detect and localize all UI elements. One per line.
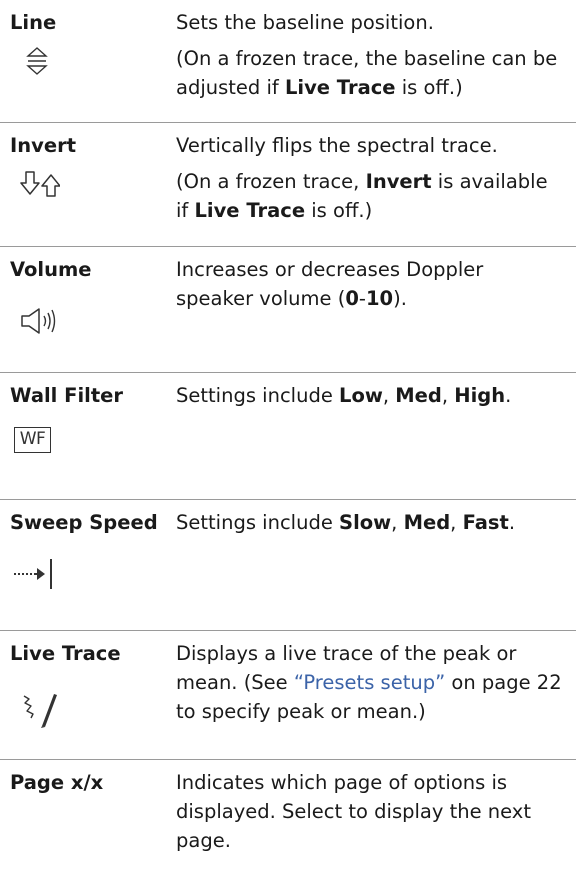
sweep-speed-description: Settings include Slow, Med, Fast. bbox=[176, 511, 516, 534]
term-live-trace: Live Trace bbox=[10, 642, 121, 665]
controls-table: Line Sets the baseline position. (On a f… bbox=[0, 0, 576, 892]
page-description: Indicates which page of options is displ… bbox=[176, 771, 531, 852]
invert-note: (On a frozen trace, Invert is available … bbox=[176, 170, 548, 222]
description-page: Indicates which page of options is displ… bbox=[176, 768, 566, 855]
speaker-volume-icon bbox=[21, 308, 56, 334]
description-live-trace: Displays a live trace of the peak or mea… bbox=[176, 639, 566, 726]
wall-filter-icon: WF bbox=[14, 427, 51, 453]
table-row-volume: Volume Increases or decreases Doppler sp… bbox=[0, 247, 576, 373]
table-row-live-trace: Live Trace Displays a live trace of the … bbox=[0, 631, 576, 760]
term-volume: Volume bbox=[10, 258, 92, 281]
presets-setup-link[interactable]: “Presets setup” bbox=[294, 671, 445, 694]
term-sweep-speed: Sweep Speed bbox=[10, 511, 158, 534]
term-invert: Invert bbox=[10, 134, 77, 157]
volume-description: Increases or decreases Doppler speaker v… bbox=[176, 258, 484, 310]
table-row-line: Line Sets the baseline position. (On a f… bbox=[0, 0, 576, 123]
term-page: Page x/x bbox=[10, 771, 104, 794]
description-invert: Vertically flips the spectral trace. (On… bbox=[176, 131, 566, 225]
description-volume: Increases or decreases Doppler speaker v… bbox=[176, 255, 566, 313]
table-row-sweep-speed: Sweep Speed Settings include Slow, Med, … bbox=[0, 500, 576, 631]
live-trace-description: Displays a live trace of the peak or mea… bbox=[176, 642, 562, 723]
live-trace-pen-icon bbox=[23, 694, 57, 728]
table-row-page: Page x/x Indicates which page of options… bbox=[0, 760, 576, 892]
wall-filter-description: Settings include Low, Med, High. bbox=[176, 384, 512, 407]
term-line: Line bbox=[10, 11, 57, 34]
line-description: Sets the baseline position. bbox=[176, 11, 434, 34]
table-row-wall-filter: Wall Filter WF Settings include Low, Med… bbox=[0, 373, 576, 500]
invert-description: Vertically flips the spectral trace. bbox=[176, 134, 498, 157]
description-sweep-speed: Settings include Slow, Med, Fast. bbox=[176, 508, 566, 537]
description-wall-filter: Settings include Low, Med, High. bbox=[176, 381, 566, 410]
line-note: (On a frozen trace, the baseline can be … bbox=[176, 47, 558, 99]
baseline-position-icon bbox=[26, 47, 48, 75]
description-line: Sets the baseline position. (On a frozen… bbox=[176, 8, 566, 102]
sweep-speed-icon bbox=[14, 559, 52, 589]
table-row-invert: Invert Vertically flips the spectral tra… bbox=[0, 123, 576, 247]
term-wall-filter: Wall Filter bbox=[10, 384, 123, 407]
invert-arrows-icon bbox=[20, 171, 60, 197]
